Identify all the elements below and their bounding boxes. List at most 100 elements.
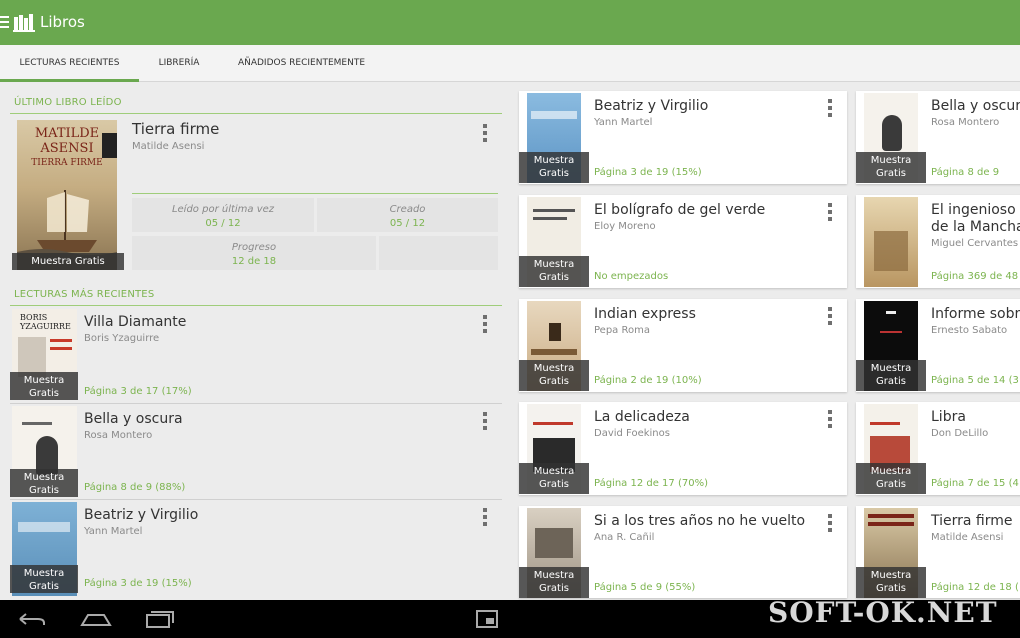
book-author: Ana R. Cañil [594,532,655,543]
stat-filler [379,236,498,270]
cover-title-text: TIERRA FIRME [31,158,103,168]
book-card[interactable]: Muestra Gratis Informe sobre Ernesto Sab… [856,299,1020,392]
tab-recent-reads[interactable]: LECTURAS RECIENTES [0,45,139,82]
overflow-menu-icon[interactable] [482,315,488,333]
book-card[interactable]: Muestra Gratis Libra Don DeLillo Página … [856,402,1020,495]
section-divider [10,305,502,306]
book-title: Bella y oscura [84,411,183,427]
book-progress: Página 8 de 9 [931,167,1000,178]
book-title: El bolígrafo de gel verde [594,202,766,218]
book-progress: Página 8 de 9 (88%) [84,482,186,493]
book-card[interactable]: Muestra Gratis Bella y oscura Rosa Monte… [856,91,1020,184]
book-author: David Foekinos [594,428,670,439]
cover-text-line [886,311,896,314]
recent-reads-heading: LECTURAS MÁS RECIENTES [14,289,155,300]
book-author: Boris Yzaguirre [84,333,160,344]
app-title: Libros [40,13,85,31]
book-author: Rosa Montero [84,430,153,441]
cover-figure [882,115,902,151]
book-card[interactable]: El ingenioso h de la Mancha Miguel Cerva… [856,195,1020,288]
book-author: Miguel Cervantes [931,238,1019,249]
home-icon[interactable] [80,611,112,627]
created-date-stat: Creado 05 / 12 [317,198,498,232]
free-sample-badge: Muestra Gratis [12,253,124,270]
app: Libros LECTURAS RECIENTES LIBRERÍA AÑADI… [0,0,1020,638]
library-books-icon[interactable] [13,12,35,32]
book-title: Libra [931,409,966,425]
free-sample-badge: Muestra Gratis [519,256,589,287]
overflow-menu-icon[interactable] [827,99,833,117]
book-title-line-2: de la Mancha [931,219,1020,235]
back-icon[interactable] [16,611,46,627]
book-card[interactable]: Muestra Gratis Si a los tres años no he … [519,506,847,598]
cover-figure [18,337,46,377]
last-read-date-stat: Leído por última vez 05 / 12 [132,198,314,232]
book-title: Beatriz y Virgilio [84,507,199,523]
watermark: SOFT-OK.NET [768,596,998,629]
cover-stripe [50,339,72,342]
free-sample-badge: Muestra Gratis [519,152,589,183]
book-title: Bella y oscura [931,98,1020,114]
book-progress: Página 5 de 14 (3 [931,375,1019,386]
book-card[interactable]: Muestra Gratis La delicadeza David Foeki… [519,402,847,495]
book-progress: Página 12 de 18 ( [931,582,1019,593]
book-progress: Página 12 de 17 (70%) [594,478,708,489]
bookmark-icon [102,133,117,158]
book-progress: Página 3 de 17 (17%) [84,386,192,397]
cover-text-line [870,422,900,425]
book-author: Don DeLillo [931,428,989,439]
book-progress: Página 2 de 19 (10%) [594,375,702,386]
free-sample-badge: Muestra Gratis [519,463,589,494]
tab-recently-added[interactable]: AÑADIDOS RECIENTEMENTE [219,45,384,82]
row-divider [10,403,502,404]
book-progress: Página 7 de 15 (4 [931,478,1019,489]
tab-library[interactable]: LIBRERÍA [139,45,219,82]
book-title: Tierra firme [931,513,1013,529]
cover-text-band [531,349,577,355]
progress-value: 12 de 18 [231,256,277,267]
progress-stat: Progreso 12 de 18 [132,236,376,270]
cover-photo [535,528,573,558]
progress-label: Progreso [231,242,277,253]
cover-illustration [874,231,908,271]
book-card[interactable]: Muestra Gratis Indian express Pepa Roma … [519,299,847,392]
book-card[interactable]: Muestra Gratis Tierra firme Matilde Asen… [856,506,1020,598]
free-sample-badge: Muestra Gratis [856,567,926,598]
stats-divider [132,193,498,194]
free-sample-badge: Muestra Gratis [856,463,926,494]
overflow-menu-icon[interactable] [827,410,833,428]
cover-text-line [533,209,575,212]
overflow-menu-icon[interactable] [827,514,833,532]
free-sample-badge: Muestra Gratis [856,152,926,183]
cover-figure [549,323,561,341]
last-read-date-value: 05 / 12 [205,218,241,229]
free-sample-badge: Muestra Gratis [10,469,78,497]
recent-apps-icon[interactable] [145,610,175,628]
book-title: Beatriz y Virgilio [594,98,709,114]
last-read-title: Tierra firme [132,120,220,138]
tab-bar: LECTURAS RECIENTES LIBRERÍA AÑADIDOS REC… [0,45,1020,82]
overflow-menu-icon[interactable] [482,412,488,430]
hamburger-icon[interactable] [0,16,9,28]
book-author: Matilde Asensi [931,532,1004,543]
cover-text-line [533,217,567,220]
book-progress: Página 3 de 19 (15%) [84,578,192,589]
overflow-menu-icon[interactable] [482,508,488,526]
overflow-menu-icon[interactable] [827,307,833,325]
book-title: La delicadeza [594,409,690,425]
book-progress: Página 3 de 19 (15%) [594,167,702,178]
book-title: Indian express [594,306,696,322]
cover-text-line [868,522,914,526]
book-title: Informe sobre [931,306,1020,322]
cover-stripe [50,347,72,350]
overflow-menu-icon[interactable] [827,203,833,221]
overflow-menu-icon[interactable] [482,124,488,142]
free-sample-badge: Muestra Gratis [10,372,78,400]
book-card[interactable]: Muestra Gratis El bolígrafo de gel verde… [519,195,847,288]
created-label: Creado [389,204,426,215]
book-card[interactable]: Muestra Gratis Beatriz y Virgilio Yann M… [519,91,847,184]
screen-icon[interactable] [476,610,498,628]
book-cover[interactable] [864,197,918,287]
cover-text-line [880,331,902,333]
last-read-date-label: Leído por última vez [171,204,275,215]
